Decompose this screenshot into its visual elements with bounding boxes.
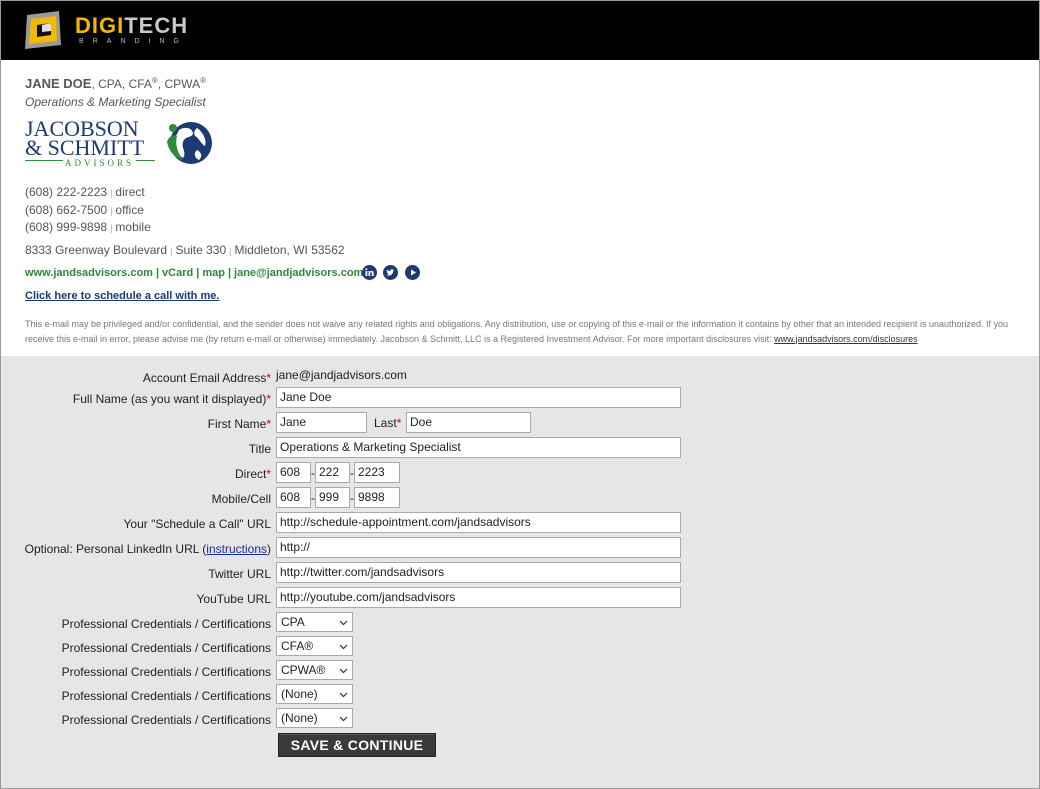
mobile-line-input[interactable]: 9898: [354, 487, 400, 508]
first-name-input[interactable]: Jane: [276, 412, 367, 433]
title-input[interactable]: Operations & Marketing Specialist: [276, 437, 681, 458]
last-name-label: Last*: [374, 416, 402, 430]
direct-label: Direct*: [234, 467, 271, 481]
save-continue-button[interactable]: SAVE & CONTINUE: [278, 733, 436, 757]
row-title: Title Operations & Marketing Specialist: [1, 437, 1039, 459]
chevron-down-icon: [339, 668, 348, 674]
linkedin-instructions-link[interactable]: instructions: [206, 542, 267, 556]
credential-select-3[interactable]: CPWA®: [276, 660, 353, 680]
mobile-label: Mobile/Cell: [211, 492, 271, 506]
firm-subtitle: ADVISORS: [63, 158, 137, 168]
map-link[interactable]: map: [202, 267, 225, 279]
twitter-icon[interactable]: [383, 264, 399, 280]
linkedin-url-label: Optional: Personal LinkedIn URL (instruc…: [24, 542, 271, 556]
digitech-logo: DIGITECH BRANDING: [23, 10, 223, 52]
credential-label: Professional Credentials / Certification…: [61, 665, 271, 679]
credential-select-2[interactable]: CFA®: [276, 636, 353, 656]
mobile-area-input[interactable]: 608: [276, 487, 311, 508]
phone-mobile: (608) 999-9898 | mobile: [25, 220, 151, 234]
disclosures-link[interactable]: www.jandsadvisors.com/disclosures: [774, 334, 918, 344]
schedule-url-input[interactable]: http://schedule-appointment.com/jandsadv…: [276, 512, 681, 533]
direct-prefix-input[interactable]: 222: [315, 462, 350, 483]
youtube-url-label: YouTube URL: [196, 592, 272, 606]
globe-icon: [167, 122, 212, 164]
row-schedule-url: Your "Schedule a Call" URL http://schedu…: [1, 512, 1039, 534]
signature-links-row: www.jandsadvisors.com | vCard | map | jane@jan…: [25, 264, 1025, 283]
phone-list: (608) 222-2223 | direct (608) 662-7500 | off…: [25, 184, 1025, 237]
chevron-down-icon: [339, 644, 348, 650]
row-mobile: Mobile/Cell 608 - 999 - 9898: [1, 487, 1039, 509]
header-bar: DIGITECH BRANDING: [1, 1, 1039, 60]
row-twitter-url: Twitter URL http://twitter.com/jandsadvi…: [1, 562, 1039, 584]
row-first-last: First Name* Jane Last* Doe: [1, 412, 1039, 434]
credential-label: Professional Credentials / Certification…: [61, 641, 271, 655]
chevron-down-icon: [339, 620, 348, 626]
direct-area-input[interactable]: 608: [276, 462, 311, 483]
firm-name-line2: & SCHMITT: [25, 135, 145, 160]
row-direct: Direct* 608 - 222 - 2223: [1, 462, 1039, 484]
row-credential-4: Professional Credentials / Certification…: [1, 684, 1039, 706]
logo-wordmark: DIGITECH: [75, 13, 189, 38]
row-youtube-url: YouTube URL http://youtube.com/jandsadvi…: [1, 587, 1039, 609]
schedule-call-link[interactable]: Click here to schedule a call with me.: [25, 289, 1025, 303]
row-credential-2: Professional Credentials / Certification…: [1, 636, 1039, 658]
website-link[interactable]: www.jandsadvisors.com: [25, 267, 153, 279]
youtube-icon[interactable]: [404, 264, 420, 280]
account-email-value: jane@jandjadvisors.com: [276, 368, 407, 382]
chevron-down-icon: [339, 692, 348, 698]
linkedin-icon[interactable]: [362, 264, 377, 280]
row-credential-3: Professional Credentials / Certification…: [1, 660, 1039, 682]
email-link[interactable]: jane@jandjadvisors.com: [234, 267, 363, 279]
last-name-input[interactable]: Doe: [406, 412, 531, 433]
credential-label: Professional Credentials / Certification…: [61, 689, 271, 703]
schedule-url-label: Your "Schedule a Call" URL: [123, 517, 272, 531]
row-credential-1: Professional Credentials / Certification…: [1, 612, 1039, 634]
credential-label: Professional Credentials / Certification…: [61, 713, 271, 727]
logo-tagline: BRANDING: [79, 38, 188, 45]
chevron-down-icon: [339, 716, 348, 722]
linkedin-url-input[interactable]: http://: [276, 537, 681, 558]
credential-select-5[interactable]: (None): [276, 708, 353, 728]
row-linkedin-url: Optional: Personal LinkedIn URL (instruc…: [1, 537, 1039, 559]
signature-title: Operations & Marketing Specialist: [25, 95, 206, 109]
signature-address: 8333 Greenway Boulevard | Suite 330 | Middle…: [25, 242, 345, 257]
direct-line-input[interactable]: 2223: [354, 462, 400, 483]
credential-label: Professional Credentials / Certification…: [61, 617, 271, 631]
row-full-name: Full Name (as you want it displayed)* Ja…: [1, 387, 1039, 409]
row-account-email: Account Email Address* jane@jandjadvisor…: [1, 366, 1039, 388]
mobile-prefix-input[interactable]: 999: [315, 487, 350, 508]
phone-direct: (608) 222-2223 | direct: [25, 185, 145, 199]
twitter-url-input[interactable]: http://twitter.com/jandsadvisors: [276, 562, 681, 583]
signature-name: JANE DOE, CPA, CFA®, CPWA®: [25, 76, 206, 91]
title-label: Title: [248, 442, 271, 456]
credential-select-4[interactable]: (None): [276, 684, 353, 704]
twitter-url-label: Twitter URL: [208, 567, 271, 581]
credential-select-1[interactable]: CPA: [276, 612, 353, 632]
first-name-label: First Name*: [207, 417, 271, 431]
signature-preview: JANE DOE, CPA, CFA®, CPWA® Operations & …: [25, 74, 1025, 347]
row-credential-5: Professional Credentials / Certification…: [1, 708, 1039, 730]
account-email-label: Account Email Address*: [142, 371, 271, 385]
youtube-url-input[interactable]: http://youtube.com/jandsadvisors: [276, 587, 681, 608]
firm-logo: JACOBSON & SCHMITT ADVISORS: [25, 118, 225, 174]
social-icons: [362, 264, 423, 280]
full-name-label: Full Name (as you want it displayed)*: [72, 392, 271, 406]
vcard-link[interactable]: vCard: [162, 267, 193, 279]
phone-office: (608) 662-7500 | office: [25, 202, 144, 217]
full-name-input[interactable]: Jane Doe: [276, 387, 681, 408]
digitech-logo-icon: [25, 11, 61, 49]
signature-links: www.jandsadvisors.com | vCard | map | jane@jan…: [25, 266, 364, 279]
disclaimer: This e-mail may be privileged and/or con…: [25, 318, 1009, 344]
signature-form: Account Email Address* jane@jandjadvisor…: [1, 356, 1039, 788]
